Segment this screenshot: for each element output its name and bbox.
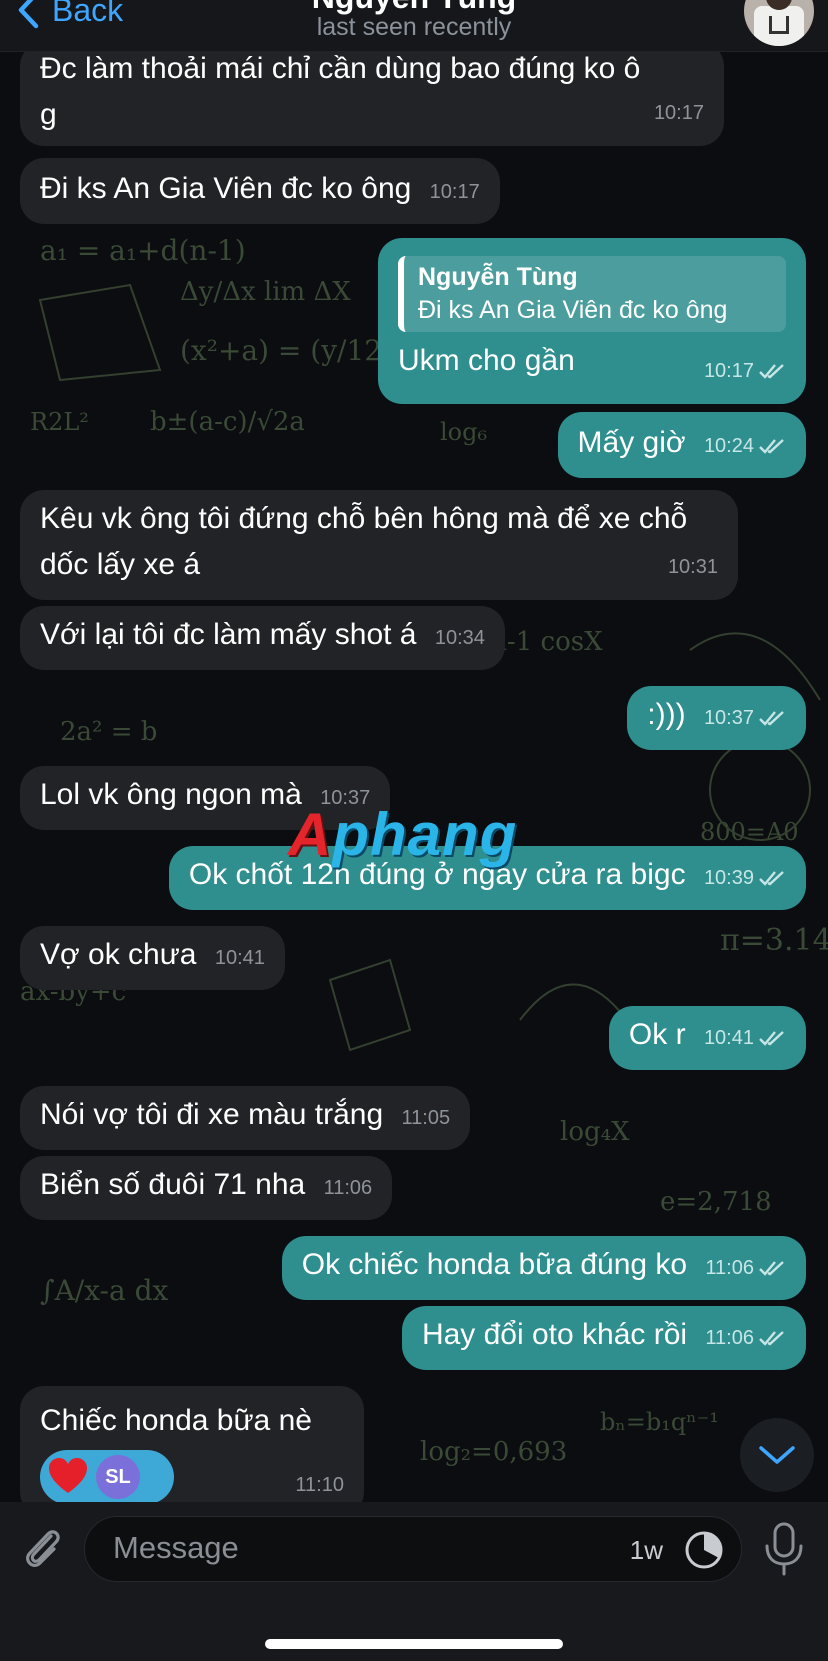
message-time: 10:31 bbox=[668, 544, 718, 590]
self-destruct-timer-label: 1w bbox=[629, 1535, 663, 1565]
message-text: Nói vợ tôi đi xe màu trắng bbox=[40, 1098, 384, 1131]
chat-title[interactable]: Nguyễn Tùng last seen recently bbox=[0, 0, 828, 42]
message-text: :))) bbox=[647, 698, 686, 731]
message-time: 11:06 bbox=[705, 1315, 786, 1361]
double-check-icon bbox=[759, 1261, 784, 1276]
reaction-row[interactable]: SL bbox=[40, 1450, 174, 1504]
double-check-icon bbox=[759, 1331, 784, 1346]
message-time: 10:41 bbox=[704, 1015, 786, 1061]
heart-icon[interactable] bbox=[46, 1455, 90, 1499]
message-text: Đi ks An Gia Viên đc ko ông bbox=[40, 172, 412, 205]
time-label: 11:06 bbox=[705, 1327, 754, 1349]
message-bubble-incoming[interactable]: Đi ks An Gia Viên đc ko ông 10:17 bbox=[20, 158, 500, 224]
message-bubble-outgoing[interactable]: Ok r 10:41 bbox=[608, 1006, 806, 1070]
message-text: Ok chiếc honda bữa đúng ko bbox=[301, 1248, 688, 1281]
message-input[interactable]: Message 1w bbox=[84, 1516, 742, 1582]
message-bubble-incoming[interactable]: Chiếc honda bữa nè SL 11:10 bbox=[20, 1386, 364, 1516]
message-time: 10:34 bbox=[435, 615, 485, 661]
chevron-down-icon bbox=[759, 1446, 795, 1464]
avatar[interactable] bbox=[744, 0, 814, 46]
message-bubble-incoming[interactable]: Biển số đuôi 71 nha 11:06 bbox=[20, 1156, 393, 1220]
time-label: 10:31 bbox=[667, 556, 718, 578]
message-bubble-incoming[interactable]: Vợ ok chưa 10:41 bbox=[20, 926, 285, 990]
message-bubble-incoming[interactable]: Đc làm thoải mái chỉ cần dùng bao đúng k… bbox=[20, 42, 724, 146]
message-text: Chiếc honda bữa nè bbox=[40, 1404, 312, 1437]
time-label: 11:05 bbox=[401, 1107, 451, 1129]
reactor-avatar[interactable]: SL bbox=[96, 1455, 140, 1499]
time-label: 10:39 bbox=[703, 867, 754, 889]
message-text: Biển số đuôi 71 nha bbox=[40, 1168, 306, 1201]
message-bubble-incoming[interactable]: Nói vợ tôi đi xe màu trắng 11:05 bbox=[20, 1086, 471, 1150]
contact-name: Nguyễn Tùng bbox=[0, 0, 828, 13]
chat-header: Back Nguyễn Tùng last seen recently bbox=[0, 0, 828, 52]
timer-icon[interactable] bbox=[681, 1527, 727, 1573]
reply-author: Nguyễn Tùng bbox=[418, 263, 578, 291]
microphone-icon[interactable] bbox=[762, 1522, 806, 1576]
message-bubble-outgoing[interactable]: Hay đổi oto khác rồi 11:06 bbox=[401, 1306, 806, 1370]
message-text: Đc làm thoải mái chỉ cần dùng bao đúng k… bbox=[40, 52, 641, 131]
home-indicator bbox=[265, 1639, 563, 1649]
message-text: Với lại tôi đc làm mấy shot á bbox=[40, 618, 417, 651]
message-time: 10:17 bbox=[654, 90, 704, 136]
contact-status: last seen recently bbox=[316, 13, 512, 41]
time-label: 11:06 bbox=[705, 1257, 754, 1279]
message-time: 10:39 bbox=[704, 855, 786, 901]
double-check-icon bbox=[759, 711, 784, 726]
message-time: 10:17 bbox=[704, 348, 786, 394]
message-time: 10:17 bbox=[430, 169, 480, 215]
paperclip-icon[interactable] bbox=[18, 1524, 68, 1574]
time-label: 10:37 bbox=[703, 707, 754, 729]
message-bubble-outgoing[interactable]: Mấy giờ 10:24 bbox=[557, 412, 806, 478]
message-bubble-incoming[interactable]: Kêu vk ông tôi đứng chỗ bên hông mà để x… bbox=[20, 490, 738, 600]
double-check-icon bbox=[759, 871, 784, 886]
message-time: 10:41 bbox=[215, 935, 265, 981]
message-bubble-outgoing[interactable]: Ok chiếc honda bữa đúng ko 11:06 bbox=[281, 1236, 806, 1300]
message-text: Mấy giờ bbox=[577, 426, 686, 459]
message-time: 10:37 bbox=[704, 695, 786, 741]
message-input-bar: Message 1w bbox=[0, 1502, 828, 1661]
watermark-logo: Aphang bbox=[288, 801, 518, 868]
reply-preview[interactable]: Nguyễn Tùng Đi ks An Gia Viên đc ko ông bbox=[398, 256, 786, 332]
scroll-to-bottom-button[interactable] bbox=[740, 1418, 814, 1492]
message-time: 10:24 bbox=[704, 423, 786, 469]
message-text: Ok r bbox=[628, 1018, 686, 1051]
time-label: 10:17 bbox=[429, 181, 480, 203]
message-list[interactable]: Đc làm thoải mái chỉ cần dùng bao đúng k… bbox=[0, 0, 828, 1516]
time-label: 10:34 bbox=[434, 627, 485, 649]
time-label: 10:17 bbox=[703, 360, 754, 382]
message-placeholder: Message bbox=[113, 1530, 239, 1565]
time-label: 10:41 bbox=[214, 947, 265, 969]
time-label: 10:41 bbox=[703, 1027, 754, 1049]
message-text: Hay đổi oto khác rồi bbox=[421, 1318, 688, 1351]
message-time: 11:06 bbox=[705, 1245, 786, 1291]
double-check-icon bbox=[759, 439, 784, 454]
time-label: 10:24 bbox=[703, 435, 754, 457]
message-bubble-outgoing[interactable]: :))) 10:37 bbox=[627, 686, 806, 750]
message-text: Vợ ok chưa bbox=[40, 938, 197, 971]
message-text: Lol vk ông ngon mà bbox=[40, 778, 302, 811]
message-time: 11:05 bbox=[402, 1095, 451, 1141]
time-label: 11:06 bbox=[323, 1177, 373, 1199]
reply-text: Đi ks An Gia Viên đc ko ông bbox=[418, 296, 728, 324]
message-bubble-incoming[interactable]: Với lại tôi đc làm mấy shot á 10:34 bbox=[20, 606, 505, 670]
message-text: Kêu vk ông tôi đứng chỗ bên hông mà để x… bbox=[40, 502, 688, 581]
message-bubble-outgoing[interactable]: Nguyễn Tùng Đi ks An Gia Viên đc ko ông … bbox=[378, 238, 806, 404]
time-label: 10:17 bbox=[653, 102, 704, 124]
double-check-icon bbox=[759, 364, 784, 379]
double-check-icon bbox=[759, 1031, 784, 1046]
message-time: 11:06 bbox=[324, 1165, 373, 1211]
